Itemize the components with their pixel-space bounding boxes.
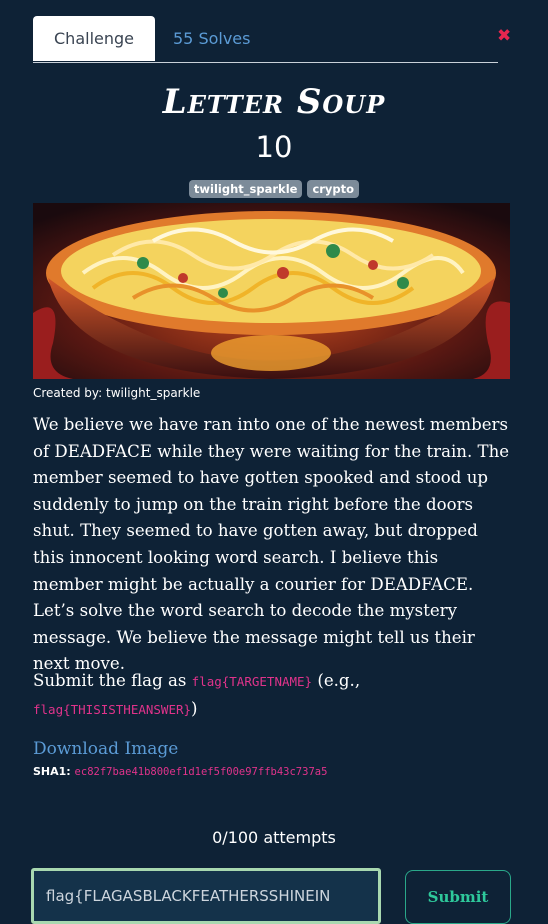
created-by: Created by: twilight_sparkle	[33, 386, 201, 400]
submit-suffix: )	[191, 698, 198, 718]
submit-mid: (e.g.,	[312, 671, 361, 690]
noodle-soup-illustration	[33, 203, 510, 379]
flag-format: flag{TARGETNAME}	[191, 674, 313, 689]
sha1-label: SHA1:	[33, 765, 71, 778]
sha1-value: ec82f7bae41b800ef1d1ef5f00e97ffb43c737a5	[74, 766, 328, 778]
submit-prefix: Submit the flag as	[33, 671, 192, 690]
challenge-title: Letter Soup	[162, 82, 386, 122]
tag-list: twilight_sparkle crypto	[0, 180, 548, 198]
sha1-line: SHA1: ec82f7bae41b800ef1d1ef5f00e97ffb43…	[33, 765, 327, 778]
flag-input[interactable]: flag{FLAGASBLACKFEATHERSSHINEIN	[31, 868, 381, 924]
close-icon[interactable]: ✖	[497, 26, 511, 46]
submit-button[interactable]: Submit	[405, 870, 511, 924]
download-image-link[interactable]: Download Image	[33, 739, 178, 759]
tab-challenge[interactable]: Challenge	[33, 16, 155, 61]
attempts-counter: 0/100 attempts	[212, 828, 336, 847]
submit-instructions: Submit the flag as flag{TARGETNAME} (e.g…	[33, 668, 513, 723]
tag-author: twilight_sparkle	[188, 180, 303, 198]
tag-category: crypto	[307, 180, 360, 198]
challenge-image	[33, 203, 510, 379]
flag-example: flag{THISISTHEANSWER}	[33, 701, 192, 717]
challenge-tabs: Challenge 55 Solves	[33, 16, 498, 63]
challenge-points: 10	[255, 130, 293, 164]
tab-solves[interactable]: 55 Solves	[173, 16, 250, 61]
challenge-description: We believe we have ran into one of the n…	[33, 415, 510, 674]
